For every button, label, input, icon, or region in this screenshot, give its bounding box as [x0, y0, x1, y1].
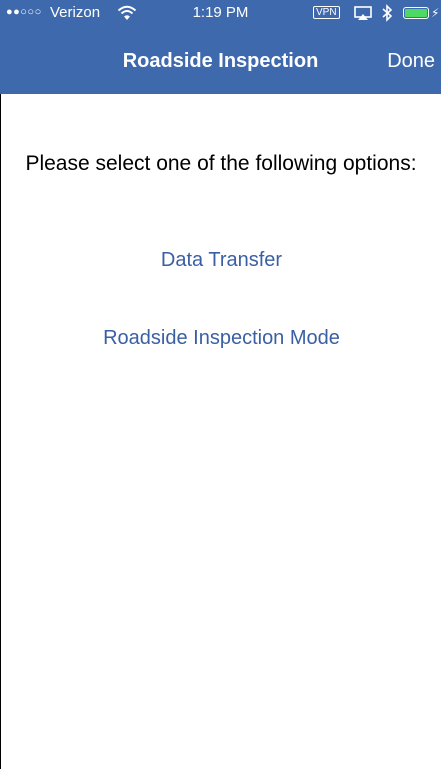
bluetooth-icon: [382, 4, 393, 22]
page-title: Roadside Inspection: [122, 50, 319, 72]
main-content: Please select one of the following optio…: [0, 94, 441, 769]
battery-icon: [403, 7, 429, 19]
status-bar: ●●○○○ Verizon 1:19 PM VPN ⚡: [0, 0, 441, 28]
battery-level: [405, 9, 427, 17]
airplay-icon: [354, 6, 372, 20]
selection-prompt: Please select one of the following optio…: [25, 152, 417, 175]
charging-icon: ⚡: [431, 6, 440, 20]
vpn-badge: VPN: [313, 6, 340, 19]
status-time: 1:19 PM: [192, 4, 249, 21]
navigation-header: ●●○○○ Verizon 1:19 PM VPN ⚡ Roadside Ins…: [0, 0, 441, 94]
roadside-inspection-mode-option[interactable]: Roadside Inspection Mode: [1, 327, 441, 350]
done-button[interactable]: Done: [387, 50, 435, 73]
data-transfer-option[interactable]: Data Transfer: [1, 249, 441, 272]
